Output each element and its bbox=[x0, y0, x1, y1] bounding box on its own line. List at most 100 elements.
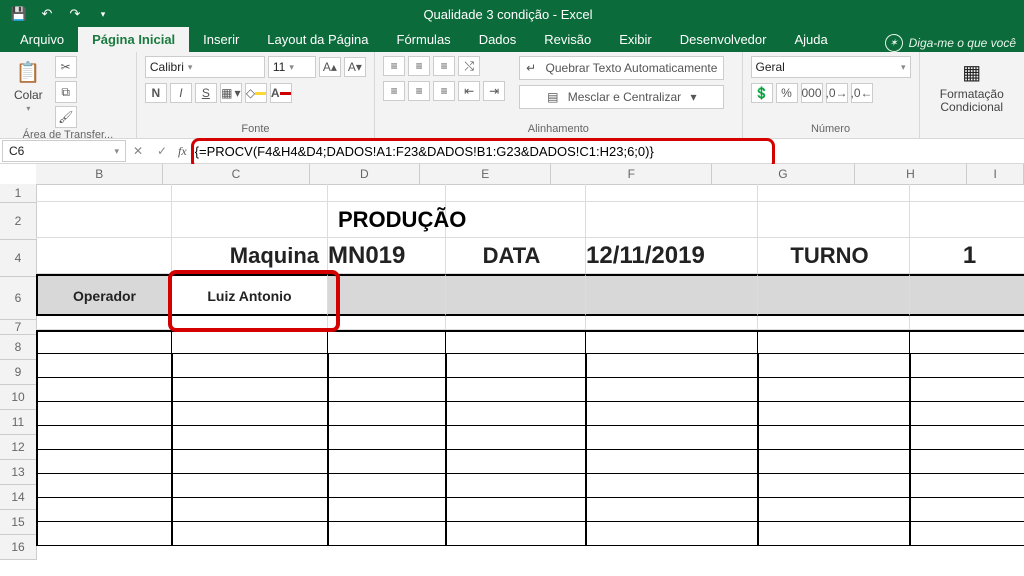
value-maquina[interactable]: MN019 bbox=[328, 238, 446, 274]
table-cell[interactable] bbox=[446, 402, 586, 426]
row-header[interactable]: 10 bbox=[0, 385, 37, 410]
enter-formula-button[interactable]: ✓ bbox=[150, 140, 174, 162]
font-name-combo[interactable]: Calibri▾ bbox=[145, 56, 265, 78]
undo-icon[interactable]: ↶ bbox=[38, 5, 56, 23]
table-cell[interactable] bbox=[910, 450, 1024, 474]
accounting-format-button[interactable]: 💲 bbox=[751, 83, 773, 103]
table-cell[interactable] bbox=[446, 474, 586, 498]
col-header[interactable]: H bbox=[855, 164, 968, 184]
tab-revisao[interactable]: Revisão bbox=[530, 27, 605, 52]
table-cell[interactable] bbox=[172, 522, 328, 546]
formula-bar-input[interactable] bbox=[191, 143, 1024, 160]
table-cell[interactable] bbox=[36, 450, 172, 474]
table-cell[interactable] bbox=[172, 378, 328, 402]
italic-button[interactable]: I bbox=[170, 83, 192, 103]
col-header[interactable]: D bbox=[310, 164, 421, 184]
col-header[interactable]: E bbox=[420, 164, 551, 184]
align-middle-button[interactable]: ≡ bbox=[408, 56, 430, 76]
paste-button[interactable]: 📋 Colar ▾ bbox=[8, 56, 49, 115]
cut-button[interactable]: ✂ bbox=[55, 56, 77, 78]
table-cell[interactable] bbox=[758, 402, 910, 426]
table-cell[interactable] bbox=[446, 498, 586, 522]
table-cell[interactable] bbox=[910, 498, 1024, 522]
value-operador[interactable]: Luiz Antonio bbox=[172, 274, 328, 316]
table-cell[interactable] bbox=[910, 354, 1024, 378]
table-cell[interactable] bbox=[36, 522, 172, 546]
table-cell[interactable] bbox=[758, 522, 910, 546]
row-header[interactable]: 13 bbox=[0, 460, 37, 485]
table-cell[interactable] bbox=[910, 522, 1024, 546]
number-format-combo[interactable]: Geral▾ bbox=[751, 56, 911, 78]
table-cell[interactable] bbox=[586, 450, 758, 474]
table-cell[interactable] bbox=[586, 498, 758, 522]
table-cell[interactable] bbox=[758, 426, 910, 450]
name-box[interactable]: C6▾ bbox=[2, 140, 126, 162]
conditional-formatting-button[interactable]: ▦ Formatação Condicional bbox=[928, 56, 1017, 116]
comma-format-button[interactable]: 000 bbox=[801, 83, 823, 103]
worksheet[interactable]: B C D E F G H I 1 2 4 6 7 8 9 10 11 12 1… bbox=[0, 164, 1024, 576]
row-header[interactable]: 14 bbox=[0, 485, 37, 510]
row-header[interactable]: 8 bbox=[0, 335, 37, 360]
copy-button[interactable]: ⧉ bbox=[55, 81, 77, 103]
save-icon[interactable]: 💾 bbox=[10, 5, 28, 23]
tab-layout[interactable]: Layout da Página bbox=[253, 27, 382, 52]
col-header[interactable]: B bbox=[36, 164, 163, 184]
table-cell[interactable] bbox=[758, 474, 910, 498]
increase-indent-button[interactable]: ⇥ bbox=[483, 81, 505, 101]
table-cell[interactable] bbox=[328, 522, 446, 546]
orientation-button[interactable]: ⤭ bbox=[458, 56, 480, 76]
row-header[interactable]: 16 bbox=[0, 535, 37, 560]
table-cell[interactable] bbox=[758, 498, 910, 522]
table-cell[interactable] bbox=[172, 498, 328, 522]
table-cell[interactable] bbox=[36, 354, 172, 378]
tab-arquivo[interactable]: Arquivo bbox=[6, 27, 78, 52]
decrease-decimal-button[interactable]: ,0← bbox=[851, 83, 873, 103]
row-header[interactable]: 4 bbox=[0, 240, 37, 277]
table-cell[interactable] bbox=[586, 522, 758, 546]
underline-button[interactable]: S bbox=[195, 83, 217, 103]
table-cell[interactable] bbox=[446, 378, 586, 402]
table-cell[interactable] bbox=[586, 378, 758, 402]
col-header[interactable]: I bbox=[967, 164, 1024, 184]
table-cell[interactable] bbox=[910, 378, 1024, 402]
table-cell[interactable] bbox=[586, 474, 758, 498]
increase-decimal-button[interactable]: ,0→ bbox=[826, 83, 848, 103]
increase-font-button[interactable]: A▴ bbox=[319, 57, 341, 77]
fx-icon[interactable]: fx bbox=[178, 144, 187, 159]
table-cell[interactable] bbox=[328, 474, 446, 498]
table-cell[interactable] bbox=[36, 498, 172, 522]
wrap-text-button[interactable]: ↵ Quebrar Texto Automaticamente bbox=[519, 56, 724, 80]
table-cell[interactable] bbox=[328, 378, 446, 402]
col-header[interactable]: G bbox=[712, 164, 854, 184]
tab-exibir[interactable]: Exibir bbox=[605, 27, 666, 52]
table-cell[interactable] bbox=[910, 474, 1024, 498]
tab-formulas[interactable]: Fórmulas bbox=[383, 27, 465, 52]
format-painter-button[interactable]: 🖌 bbox=[55, 106, 77, 128]
table-cell[interactable] bbox=[36, 402, 172, 426]
align-top-button[interactable]: ≡ bbox=[383, 56, 405, 76]
row-header[interactable]: 2 bbox=[0, 203, 37, 240]
percent-format-button[interactable]: % bbox=[776, 83, 798, 103]
table-cell[interactable] bbox=[172, 354, 328, 378]
table-cell[interactable] bbox=[328, 450, 446, 474]
qat-dropdown-icon[interactable]: ▾ bbox=[94, 5, 112, 23]
tab-inserir[interactable]: Inserir bbox=[189, 27, 253, 52]
table-cell[interactable] bbox=[172, 474, 328, 498]
col-header[interactable]: C bbox=[163, 164, 309, 184]
bold-button[interactable]: N bbox=[145, 83, 167, 103]
row-header[interactable]: 9 bbox=[0, 360, 37, 385]
table-cell[interactable] bbox=[910, 402, 1024, 426]
table-cell[interactable] bbox=[446, 522, 586, 546]
decrease-font-button[interactable]: A▾ bbox=[344, 57, 366, 77]
table-cell[interactable] bbox=[36, 474, 172, 498]
value-turno[interactable]: 1 bbox=[910, 238, 1024, 274]
row-header[interactable]: 6 bbox=[0, 277, 37, 320]
col-header[interactable]: F bbox=[551, 164, 712, 184]
row-header[interactable]: 12 bbox=[0, 435, 37, 460]
font-size-combo[interactable]: 11▾ bbox=[268, 56, 316, 78]
font-color-button[interactable]: A bbox=[270, 83, 292, 103]
tab-dados[interactable]: Dados bbox=[465, 27, 531, 52]
table-cell[interactable] bbox=[328, 426, 446, 450]
align-center-button[interactable]: ≡ bbox=[408, 81, 430, 101]
cancel-formula-button[interactable]: ✕ bbox=[126, 140, 150, 162]
